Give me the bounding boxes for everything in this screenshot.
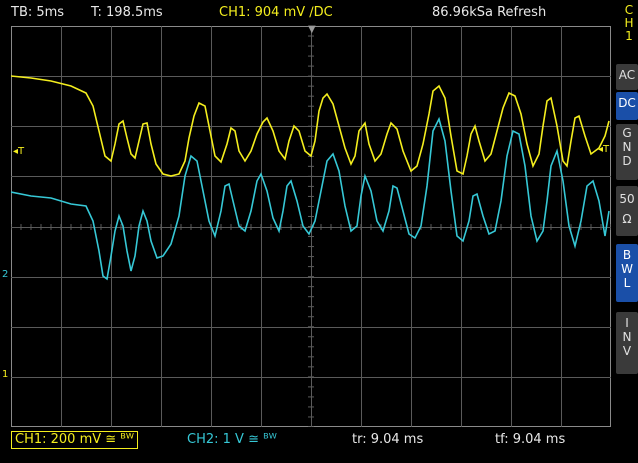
rise-time-readout[interactable]: tr: 9.04 ms — [352, 432, 423, 448]
ch1-scale-readout[interactable]: CH1: 200 mV ≅ ᴮᵂ — [11, 431, 139, 449]
trigger-time-readout[interactable]: T: 198.5ms — [91, 6, 163, 20]
button-label: B — [622, 248, 632, 262]
button-label: L — [623, 276, 631, 290]
coupling-gnd-button[interactable]: G N D — [616, 124, 638, 180]
fall-time-readout[interactable]: tf: 9.04 ms — [495, 432, 565, 448]
button-label: AC — [618, 68, 636, 82]
button-label: D — [622, 154, 632, 168]
termination-50-ohm-button[interactable]: 50 Ω — [616, 186, 638, 236]
channel-indicator: C H 1 — [622, 4, 636, 43]
bandwidth-limit-button[interactable]: B W L — [616, 244, 638, 302]
button-label: I — [625, 316, 629, 330]
ch1-trigger-readout[interactable]: CH1: 904 mV ∕DC — [219, 6, 333, 20]
ch2-ground-marker[interactable]: 2 — [2, 270, 8, 280]
channel-indicator-letter: 1 — [625, 29, 633, 43]
waveform-display[interactable] — [11, 26, 611, 427]
button-label: N — [622, 140, 632, 154]
sample-rate-readout[interactable]: 86.96kSa Refresh — [432, 6, 546, 20]
trigger-marker-right: ◂T — [598, 144, 610, 155]
button-label: V — [622, 344, 632, 358]
status-bar: TB: 5ms T: 198.5ms CH1: 904 mV ∕DC 86.96… — [0, 0, 638, 26]
button-label: G — [622, 126, 632, 140]
coupling-ac-button[interactable]: AC — [616, 64, 638, 90]
timebase-readout[interactable]: TB: 5ms — [11, 6, 64, 20]
ch1-ground-marker[interactable]: 1 — [2, 370, 8, 380]
waveform-svg — [11, 26, 611, 427]
button-label: Ω — [622, 212, 632, 226]
trigger-level-marker[interactable]: ◂T — [13, 147, 24, 157]
coupling-dc-button[interactable]: DC — [616, 92, 638, 120]
button-label: 50 — [619, 192, 635, 206]
trigger-position-marker: ▼ — [308, 24, 316, 35]
button-label: N — [622, 330, 632, 344]
channel-status-bar: CH1: 200 mV ≅ ᴮᵂ CH2: 1 V ≅ ᴮᵂ tr: 9.04 … — [0, 428, 638, 463]
button-label: DC — [618, 96, 636, 110]
invert-button[interactable]: I N V — [616, 312, 638, 374]
ch2-scale-readout[interactable]: CH2: 1 V ≅ ᴮᵂ — [187, 432, 277, 448]
button-label: W — [621, 262, 633, 276]
